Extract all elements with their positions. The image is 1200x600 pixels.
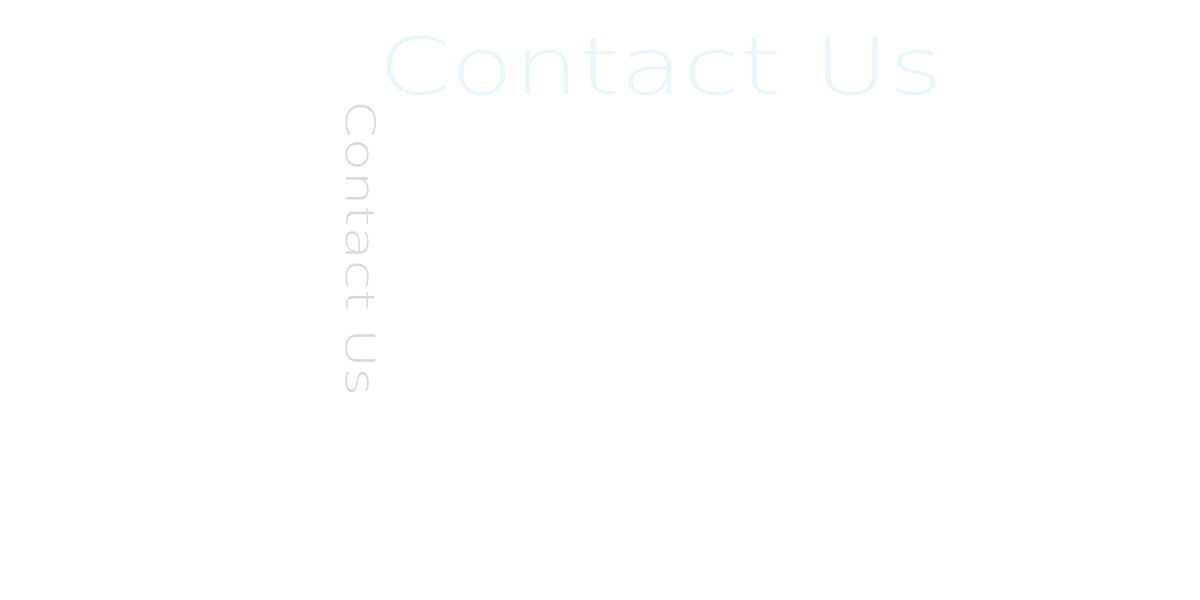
page-title: Contact Us [378, 23, 943, 113]
vertical-title: Contact Us [336, 100, 382, 396]
heading-graphic: Contact Us Contact Us [336, 23, 943, 396]
contact-banner: Contact Us Contact Us [0, 0, 1200, 600]
